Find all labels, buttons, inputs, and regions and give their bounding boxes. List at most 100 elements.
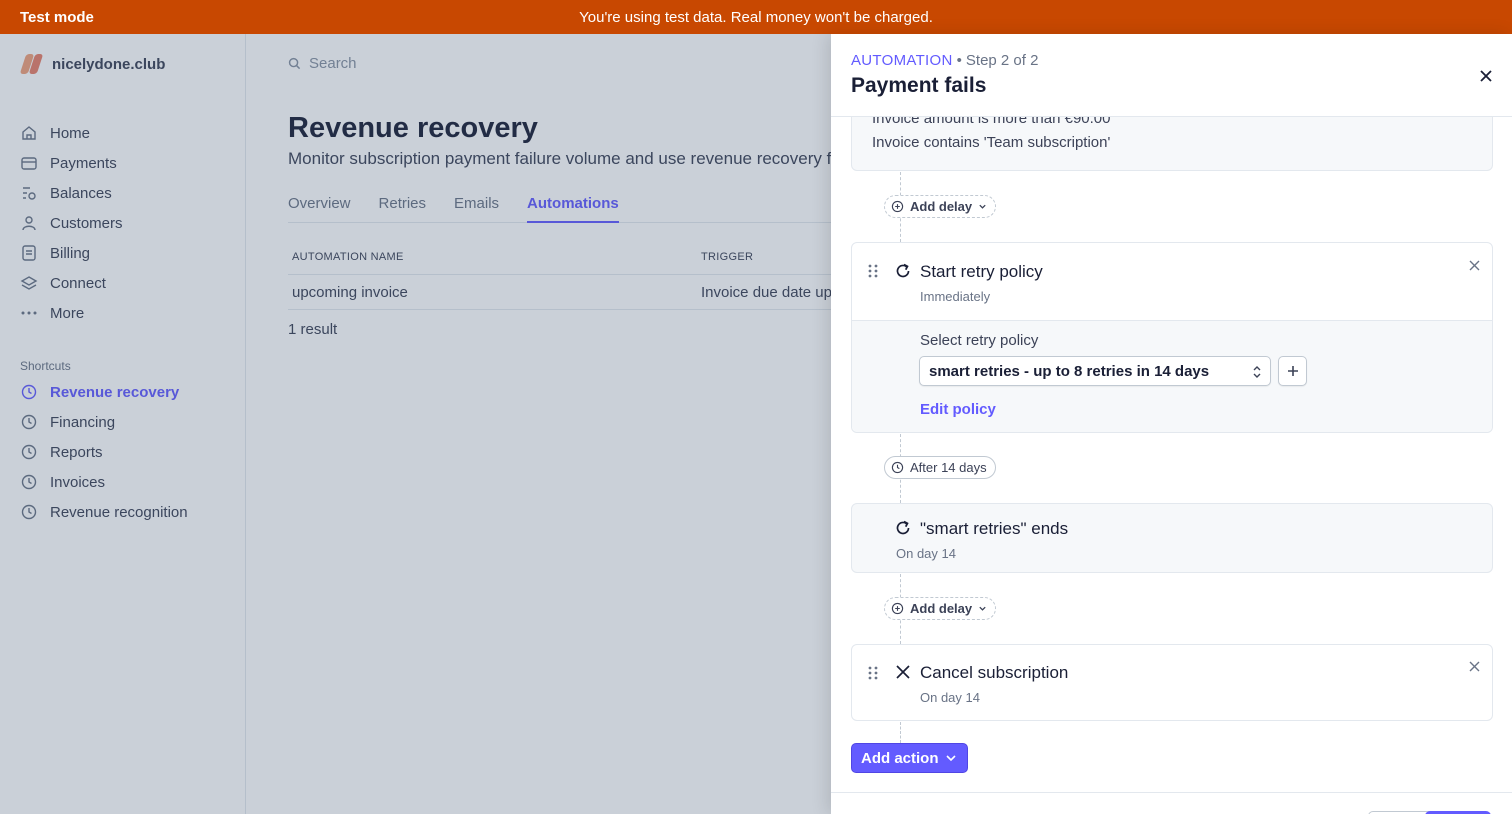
tab-emails[interactable]: Emails	[454, 195, 499, 223]
step-indicator: Step 2 of 2	[965, 52, 1039, 69]
tab-automations[interactable]: Automations	[527, 195, 619, 223]
search-input[interactable]: Search	[288, 55, 357, 72]
chevron-down-icon	[979, 606, 986, 611]
sidebar-item-label: Revenue recovery	[50, 383, 180, 401]
add-action-button[interactable]: Add action	[851, 743, 968, 773]
sidebar-item-label: Home	[50, 124, 91, 142]
plus-circle-icon	[891, 602, 904, 615]
retry-ends-step-card: "smart retries" ends On day 14	[851, 503, 1493, 573]
sidebar-item-balances[interactable]: Balances	[20, 178, 123, 208]
clock-icon	[891, 461, 904, 474]
refresh-icon	[896, 263, 910, 278]
sidebar-item-label: Customers	[50, 214, 123, 232]
step-title: Cancel subscription	[920, 663, 1069, 682]
retry-policy-settings: Select retry policy smart retries - up t…	[852, 320, 1492, 432]
sidebar-item-label: More	[50, 304, 85, 322]
cell-trigger: Invoice due date upc	[701, 284, 831, 301]
sidebar-item-label: Reports	[50, 443, 103, 461]
add-delay-button[interactable]: Add delay	[884, 597, 997, 620]
retry-policy-select[interactable]: smart retries - up to 8 retries in 14 da…	[919, 356, 1271, 386]
delay-label: After 14 days	[910, 460, 987, 475]
page-subtitle: Monitor subscription payment failure vol…	[288, 149, 831, 168]
add-delay-label: Add delay	[910, 199, 973, 214]
sidebar: nicelydone.club Home Payments Balances C…	[0, 34, 246, 814]
main-nav: Home Payments Balances Customers Billing…	[20, 118, 123, 328]
select-retry-policy-label: Select retry policy	[920, 332, 1039, 349]
shortcuts-nav: Revenue recovery Financing Reports Invoi…	[20, 377, 188, 527]
column-header-trigger[interactable]: TRIGGER	[701, 251, 753, 263]
retry-policy-step-card: Start retry policy Immediately Select re…	[851, 242, 1493, 433]
brand-logo-icon	[19, 54, 44, 74]
payments-icon	[21, 157, 37, 170]
clock-icon	[21, 384, 37, 400]
customers-icon	[22, 216, 36, 231]
remove-step-icon[interactable]	[1468, 259, 1481, 272]
sidebar-item-reports[interactable]: Reports	[20, 437, 188, 467]
home-icon	[22, 126, 36, 140]
sidebar-item-revenue-recovery[interactable]: Revenue recovery	[20, 377, 188, 407]
clock-icon	[21, 504, 37, 520]
drag-handle-icon[interactable]	[867, 666, 879, 680]
sidebar-item-revenue-recognition[interactable]: Revenue recognition	[20, 497, 188, 527]
drag-handle-icon[interactable]	[867, 264, 879, 278]
cell-automation-name: upcoming invoice	[292, 284, 408, 301]
table-header: AUTOMATION NAME TRIGGER	[288, 240, 831, 275]
sidebar-item-label: Billing	[50, 244, 91, 262]
sidebar-item-financing[interactable]: Financing	[20, 407, 188, 437]
automation-panel: AUTOMATION • Step 2 of 2 Payment fails Inv…	[831, 34, 1512, 814]
clock-icon	[21, 444, 37, 460]
test-mode-message: You're using test data. Real money won't…	[579, 9, 933, 26]
table-row[interactable]: upcoming invoice Invoice due date upc	[288, 275, 831, 310]
shortcuts-heading: Shortcuts	[20, 359, 71, 373]
flow-connector	[900, 722, 901, 743]
edit-policy-link[interactable]: Edit policy	[920, 401, 996, 418]
column-header-automation-name[interactable]: AUTOMATION NAME	[292, 251, 404, 263]
tab-bar: Overview Retries Emails Automations	[288, 195, 831, 223]
filter-condition: Invoice contains 'Team subscription'	[872, 134, 1111, 151]
tab-overview[interactable]: Overview	[288, 195, 351, 223]
step-timing: On day 14	[920, 690, 980, 705]
sidebar-item-invoices[interactable]: Invoices	[20, 467, 188, 497]
add-delay-button[interactable]: Add delay	[884, 195, 997, 218]
result-count: 1 result	[288, 321, 338, 338]
close-icon[interactable]	[1477, 67, 1495, 85]
step-timing: On day 14	[896, 546, 956, 561]
refresh-icon	[896, 520, 910, 535]
plus-circle-icon	[891, 200, 904, 213]
panel-footer	[831, 792, 1512, 814]
sidebar-item-label: Payments	[50, 154, 117, 172]
cancel-subscription-step-card: Cancel subscription On day 14	[851, 644, 1493, 721]
sidebar-item-label: Invoices	[50, 473, 106, 491]
clock-icon	[21, 474, 37, 490]
remove-step-icon[interactable]	[1468, 660, 1481, 673]
sidebar-item-customers[interactable]: Customers	[20, 208, 123, 238]
step-timing: Immediately	[920, 289, 991, 304]
sidebar-item-label: Revenue recognition	[50, 503, 188, 521]
step-title: Start retry policy	[920, 262, 1043, 281]
more-icon	[21, 311, 37, 315]
search-placeholder: Search	[309, 55, 357, 72]
add-action-label: Add action	[861, 749, 939, 767]
chevron-down-icon	[945, 755, 956, 762]
billing-icon	[22, 245, 36, 261]
panel-eyebrow: AUTOMATION • Step 2 of 2	[851, 52, 1038, 69]
tab-retries[interactable]: Retries	[379, 195, 427, 223]
brand-name: nicelydone.club	[52, 55, 166, 73]
sidebar-item-home[interactable]: Home	[20, 118, 123, 148]
sidebar-item-connect[interactable]: Connect	[20, 268, 123, 298]
sidebar-item-payments[interactable]: Payments	[20, 148, 123, 178]
panel-header: AUTOMATION • Step 2 of 2 Payment fails	[831, 34, 1512, 117]
brand[interactable]: nicelydone.club	[19, 54, 166, 74]
clock-icon	[21, 414, 37, 430]
sidebar-item-billing[interactable]: Billing	[20, 238, 123, 268]
panel-title: Payment fails	[851, 74, 987, 97]
sidebar-item-label: Connect	[50, 274, 106, 292]
step-title: "smart retries" ends	[920, 519, 1069, 538]
add-retry-policy-button[interactable]	[1278, 356, 1307, 386]
plus-icon	[1288, 366, 1298, 376]
test-mode-banner: Test mode You're using test data. Real m…	[0, 0, 1512, 34]
search-icon	[288, 57, 301, 70]
delay-after-14-days[interactable]: After 14 days	[884, 456, 996, 479]
automations-table: AUTOMATION NAME TRIGGER upcoming invoice…	[288, 240, 831, 310]
sidebar-item-more[interactable]: More	[20, 298, 123, 328]
